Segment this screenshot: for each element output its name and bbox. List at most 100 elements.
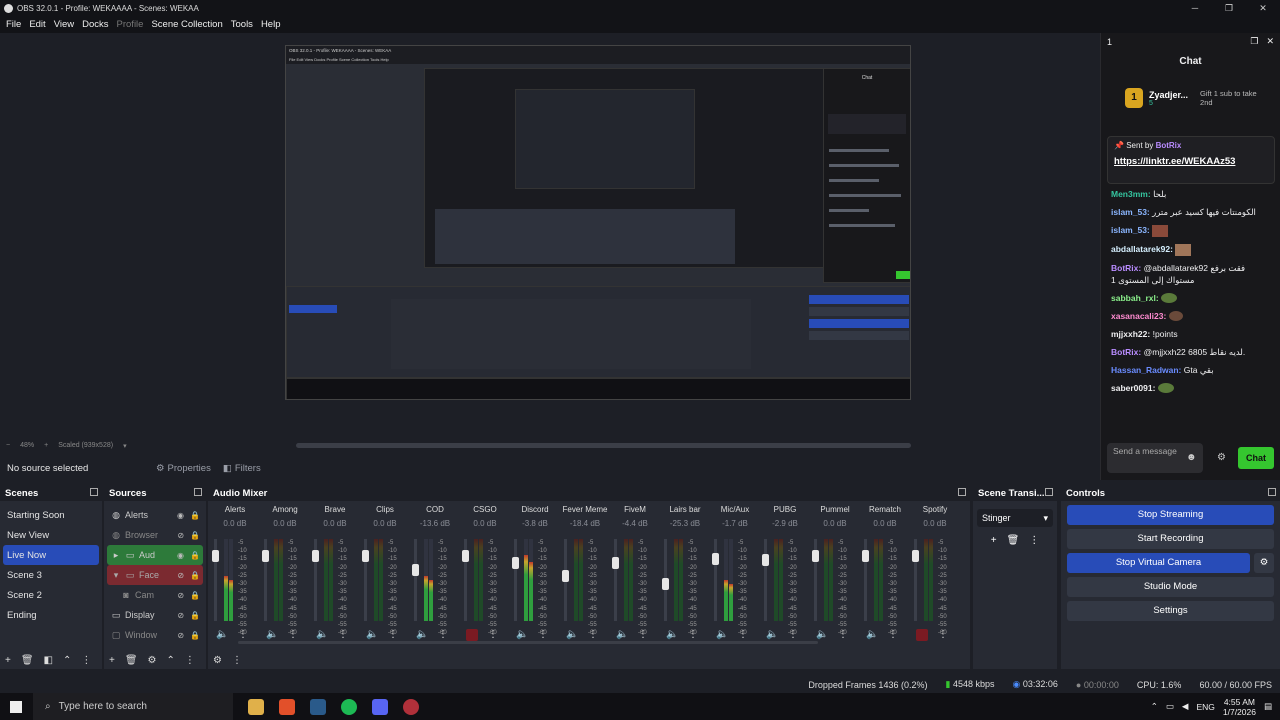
float-icon[interactable] bbox=[194, 488, 202, 496]
close-button[interactable]: ✕ bbox=[1246, 0, 1280, 16]
more-icon[interactable]: ⋮ bbox=[1029, 535, 1039, 546]
volume-fader[interactable] bbox=[812, 539, 819, 621]
volume-fader[interactable] bbox=[262, 539, 269, 621]
mute-speaker-icon[interactable]: 🔈 bbox=[816, 629, 828, 640]
filters-button[interactable]: ◧ Filters bbox=[217, 461, 267, 476]
chat-send-button[interactable]: Chat bbox=[1238, 447, 1274, 469]
emote-picker-icon[interactable]: ☻ bbox=[1186, 452, 1197, 463]
eye-off-icon[interactable]: ⊘ bbox=[177, 631, 184, 640]
float-icon[interactable] bbox=[1045, 488, 1053, 496]
chevron-up-icon[interactable]: ⌃ bbox=[1151, 701, 1158, 712]
chevron-down-icon[interactable]: ▾ bbox=[111, 570, 121, 581]
audio-settings-icon[interactable]: ⚙ bbox=[213, 655, 222, 666]
minimize-button[interactable]: ─ bbox=[1178, 0, 1212, 16]
network-icon[interactable]: ▭ bbox=[1166, 701, 1174, 712]
scene-item-selected[interactable]: Live Now bbox=[3, 545, 99, 565]
more-icon[interactable]: ⋮ bbox=[938, 629, 948, 640]
eye-off-icon[interactable]: ⊘ bbox=[177, 531, 184, 540]
eye-icon[interactable]: ◉ bbox=[177, 551, 184, 560]
gear-icon[interactable]: ⚙ bbox=[148, 655, 157, 666]
pinned-url[interactable]: https://linktr.ee/WEKAAz53 bbox=[1114, 156, 1268, 167]
close-icon[interactable]: ✕ bbox=[1266, 36, 1274, 46]
add-icon[interactable]: + bbox=[991, 535, 997, 546]
mute-speaker-icon[interactable] bbox=[916, 629, 928, 641]
more-icon[interactable]: ⋮ bbox=[838, 629, 848, 640]
windows-start-icon[interactable] bbox=[10, 701, 22, 713]
eye-off-icon[interactable]: ⊘ bbox=[177, 591, 184, 600]
scene-item[interactable]: Scene 3 bbox=[0, 565, 102, 585]
eye-off-icon[interactable]: ⊘ bbox=[177, 611, 184, 620]
volume-fader[interactable] bbox=[712, 539, 719, 621]
fader-knob[interactable] bbox=[512, 557, 519, 569]
float-icon[interactable] bbox=[958, 488, 966, 496]
fader-knob[interactable] bbox=[362, 550, 369, 562]
more-icon[interactable]: ⋮ bbox=[488, 629, 498, 640]
more-icon[interactable]: ⋮ bbox=[438, 629, 448, 640]
preview-scrollbar[interactable] bbox=[296, 443, 911, 448]
chevron-up-icon[interactable]: ⌃ bbox=[63, 655, 71, 666]
mute-speaker-icon[interactable]: 🔈 bbox=[266, 629, 278, 640]
fader-knob[interactable] bbox=[762, 554, 769, 566]
menu-scene-collection[interactable]: Scene Collection bbox=[147, 19, 226, 30]
menu-file[interactable]: File bbox=[2, 19, 25, 30]
more-icon[interactable]: ⋮ bbox=[232, 655, 242, 666]
chat-settings-icon[interactable]: ⚙ bbox=[1217, 452, 1226, 463]
lock-icon[interactable]: 🔒 bbox=[190, 571, 200, 580]
obs-icon[interactable] bbox=[403, 698, 419, 715]
start-recording-button[interactable]: Start Recording bbox=[1067, 529, 1274, 549]
more-icon[interactable]: ⋮ bbox=[638, 629, 648, 640]
zoom-plus-icon[interactable]: + bbox=[44, 442, 48, 449]
mute-speaker-icon[interactable] bbox=[466, 629, 478, 641]
float-icon[interactable]: ❐ bbox=[1250, 36, 1258, 46]
source-item[interactable]: ▢ Window ⊘ 🔒 bbox=[107, 625, 203, 645]
more-icon[interactable]: ⋮ bbox=[238, 629, 248, 640]
volume-fader[interactable] bbox=[312, 539, 319, 621]
stop-virtual-camera-button[interactable]: Stop Virtual Camera bbox=[1067, 553, 1250, 573]
settings-button[interactable]: Settings bbox=[1067, 601, 1274, 621]
brave-icon[interactable] bbox=[279, 698, 295, 715]
more-icon[interactable]: ⋮ bbox=[788, 629, 798, 640]
mute-speaker-icon[interactable]: 🔈 bbox=[616, 629, 628, 640]
fader-knob[interactable] bbox=[312, 550, 319, 562]
mute-speaker-icon[interactable]: 🔈 bbox=[216, 629, 228, 640]
mute-speaker-icon[interactable]: 🔈 bbox=[766, 629, 778, 640]
lock-icon[interactable]: 🔒 bbox=[190, 511, 200, 520]
gift-banner[interactable]: 1 Zyadjer... 5 Gift 1 sub to take 2nd bbox=[1101, 83, 1280, 113]
float-icon[interactable] bbox=[1268, 488, 1276, 496]
scene-item[interactable]: Starting Soon bbox=[0, 505, 102, 525]
mixer-scrollbar[interactable] bbox=[208, 641, 970, 646]
studio-mode-button[interactable]: Studio Mode bbox=[1067, 577, 1274, 597]
filter-icon[interactable]: ◧ bbox=[44, 655, 53, 666]
source-item[interactable]: ◙ Cam ⊘ 🔒 bbox=[107, 585, 203, 605]
source-item[interactable]: ◍ Alerts ◉ 🔒 bbox=[107, 505, 203, 525]
eye-icon[interactable]: ◉ bbox=[177, 511, 184, 520]
pinned-message[interactable]: 📌 Sent by BotRix https://linktr.ee/WEKAA… bbox=[1107, 136, 1275, 184]
scene-item[interactable]: New View bbox=[0, 525, 102, 545]
chevron-down-icon[interactable]: ▾ bbox=[123, 442, 127, 450]
volume-fader[interactable] bbox=[212, 539, 219, 621]
trash-icon[interactable]: 🗑 bbox=[21, 655, 34, 666]
fader-knob[interactable] bbox=[562, 570, 569, 582]
more-icon[interactable]: ⋮ bbox=[388, 629, 398, 640]
more-icon[interactable]: ⋮ bbox=[81, 655, 91, 666]
source-item[interactable]: ◍ Browser ⊘ 🔒 bbox=[107, 525, 203, 545]
mute-speaker-icon[interactable]: 🔈 bbox=[666, 629, 678, 640]
maximize-button[interactable]: ❐ bbox=[1212, 0, 1246, 16]
fader-knob[interactable] bbox=[612, 557, 619, 569]
fader-knob[interactable] bbox=[862, 550, 869, 562]
more-icon[interactable]: ⋮ bbox=[288, 629, 298, 640]
fader-knob[interactable] bbox=[462, 550, 469, 562]
eye-off-icon[interactable]: ⊘ bbox=[177, 571, 184, 580]
add-icon[interactable]: + bbox=[5, 655, 11, 666]
menu-docks[interactable]: Docks bbox=[78, 19, 112, 30]
mute-speaker-icon[interactable]: 🔈 bbox=[316, 629, 328, 640]
fader-knob[interactable] bbox=[412, 564, 419, 576]
volume-fader[interactable] bbox=[662, 539, 669, 621]
fader-knob[interactable] bbox=[662, 578, 669, 590]
volume-icon[interactable]: ◀ bbox=[1182, 701, 1189, 712]
volume-fader[interactable] bbox=[462, 539, 469, 621]
mute-speaker-icon[interactable]: 🔈 bbox=[516, 629, 528, 640]
menu-view[interactable]: View bbox=[50, 19, 78, 30]
scene-item[interactable]: Scene 2 bbox=[0, 585, 102, 605]
notifications-icon[interactable]: ▤ bbox=[1264, 701, 1272, 712]
